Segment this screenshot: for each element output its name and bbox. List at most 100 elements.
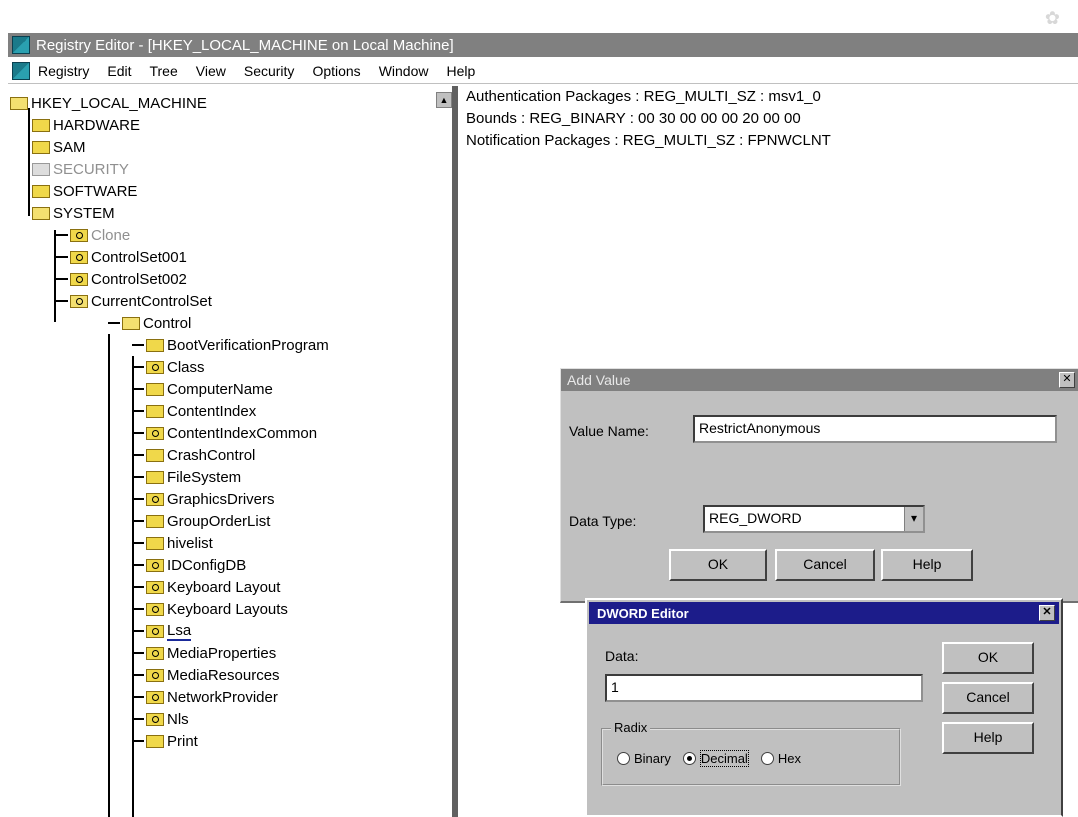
folder-icon	[146, 360, 164, 374]
data-label: Data:	[605, 648, 639, 664]
value-row[interactable]: Notification Packages : REG_MULTI_SZ : F…	[466, 130, 1066, 152]
help-button[interactable]: Help	[942, 722, 1034, 754]
pane-splitter[interactable]	[452, 86, 458, 817]
tree-item-control-child[interactable]: NetworkProvider	[132, 686, 278, 708]
dword-editor-dialog: DWORD Editor ✕ Data: 1 Radix Binary Deci…	[585, 598, 1063, 817]
data-type-select[interactable]: REG_DWORD ▾	[703, 505, 925, 533]
tree-item-root[interactable]: HKEY_LOCAL_MACHINE	[10, 92, 207, 114]
data-input[interactable]: 1	[605, 674, 923, 702]
radio-icon	[617, 752, 630, 765]
folder-icon	[32, 162, 50, 176]
radix-label: Radix	[611, 720, 651, 735]
radio-icon	[760, 752, 774, 765]
folder-icon	[146, 536, 164, 550]
folder-icon	[146, 426, 164, 440]
scroll-up-arrow-icon[interactable]: ▲	[436, 92, 452, 108]
data-type-label: Data Type:	[569, 513, 637, 529]
tree-item-sam[interactable]: SAM	[32, 136, 86, 158]
tree-item-control-child[interactable]: IDConfigDB	[132, 554, 246, 576]
add-value-dialog: Add Value ✕ Value Name: RestrictAnonymou…	[560, 368, 1078, 603]
cancel-button[interactable]: Cancel	[775, 549, 875, 581]
radio-selected-icon	[682, 752, 696, 765]
folder-icon	[146, 580, 164, 594]
tree-item-control-child[interactable]: ContentIndexCommon	[132, 422, 317, 444]
folder-icon	[146, 602, 164, 616]
radio-binary[interactable]: Binary	[617, 750, 671, 767]
menubar: Registry Edit Tree View Security Options…	[8, 59, 1078, 84]
tree-item-control-child[interactable]: GraphicsDrivers	[132, 488, 275, 510]
add-value-titlebar[interactable]: Add Value ✕	[561, 369, 1078, 391]
tree-item-control-child[interactable]: Nls	[132, 708, 189, 730]
tree-item-control-child[interactable]: Print	[132, 730, 198, 752]
folder-icon	[70, 272, 88, 286]
tree-connector-line	[28, 108, 30, 216]
ok-button[interactable]: OK	[942, 642, 1034, 674]
window-title: Registry Editor - [HKEY_LOCAL_MACHINE on…	[36, 36, 454, 54]
menu-view[interactable]: View	[196, 63, 226, 79]
tree-connector-line	[108, 334, 110, 817]
folder-icon	[146, 624, 164, 638]
tree-item-control-child[interactable]: GroupOrderList	[132, 510, 270, 532]
menu-options[interactable]: Options	[312, 63, 360, 79]
dropdown-arrow-icon[interactable]: ▾	[904, 507, 923, 531]
open-folder-icon	[122, 316, 140, 330]
tree-item-hardware[interactable]: HARDWARE	[32, 114, 140, 136]
tree-item-security[interactable]: SECURITY	[32, 158, 129, 180]
tree-item-control-child[interactable]: Keyboard Layout	[132, 576, 280, 598]
folder-icon	[70, 250, 88, 264]
window-titlebar[interactable]: Registry Editor - [HKEY_LOCAL_MACHINE on…	[8, 33, 1078, 57]
help-button[interactable]: Help	[881, 549, 973, 581]
tree-item-clone[interactable]: Clone	[56, 224, 130, 246]
folder-icon	[146, 514, 164, 528]
tree-item-control-child[interactable]: hivelist	[132, 532, 213, 554]
folder-icon	[146, 404, 164, 418]
close-icon[interactable]: ✕	[1059, 372, 1075, 388]
tree-item-control-child[interactable]: MediaResources	[132, 664, 280, 686]
folder-icon	[32, 184, 50, 198]
menu-edit[interactable]: Edit	[107, 63, 131, 79]
menu-tree[interactable]: Tree	[149, 63, 177, 79]
tree-item-controlset002[interactable]: ControlSet002	[56, 268, 187, 290]
folder-icon	[146, 470, 164, 484]
tree-item-software[interactable]: SOFTWARE	[32, 180, 137, 202]
tree-item-controlset001[interactable]: ControlSet001	[56, 246, 187, 268]
tree-item-system[interactable]: SYSTEM	[32, 202, 115, 224]
tree-item-control-child[interactable]: ContentIndex	[132, 400, 256, 422]
value-name-label: Value Name:	[569, 423, 649, 439]
value-row[interactable]: Authentication Packages : REG_MULTI_SZ :…	[466, 86, 1066, 108]
close-icon[interactable]: ✕	[1039, 605, 1055, 621]
folder-icon	[146, 734, 164, 748]
tree-item-control-child[interactable]: ComputerName	[132, 378, 273, 400]
folder-icon	[146, 690, 164, 704]
open-folder-icon	[70, 294, 88, 308]
value-name-input[interactable]: RestrictAnonymous	[693, 415, 1057, 443]
folder-icon	[32, 118, 50, 132]
tree-item-currentcontrolset[interactable]: CurrentControlSet	[56, 290, 212, 312]
tree-item-control-child[interactable]: Lsa	[132, 620, 192, 642]
document-icon[interactable]	[12, 62, 30, 80]
folder-icon	[146, 712, 164, 726]
open-folder-icon	[10, 96, 28, 110]
cancel-button[interactable]: Cancel	[942, 682, 1034, 714]
folder-icon	[146, 668, 164, 682]
menu-help[interactable]: Help	[446, 63, 475, 79]
ok-button[interactable]: OK	[669, 549, 767, 581]
folder-icon	[146, 492, 164, 506]
tree-item-control-child[interactable]: Keyboard Layouts	[132, 598, 288, 620]
radio-hex[interactable]: Hex	[760, 750, 801, 767]
folder-icon	[146, 558, 164, 572]
radio-decimal[interactable]: Decimal	[682, 750, 749, 767]
menu-registry[interactable]: Registry	[38, 63, 89, 79]
key-tree-pane: HKEY_LOCAL_MACHINE HARDWARE SAM SECURITY…	[8, 86, 452, 817]
tree-item-control[interactable]: Control	[108, 312, 191, 334]
value-row[interactable]: Bounds : REG_BINARY : 00 30 00 00 00 20 …	[466, 108, 1066, 130]
tree-item-control-child[interactable]: CrashControl	[132, 444, 255, 466]
radix-groupbox: Radix Binary Decimal Hex	[601, 720, 901, 786]
tree-item-control-child[interactable]: FileSystem	[132, 466, 241, 488]
menu-window[interactable]: Window	[379, 63, 429, 79]
tree-item-control-child[interactable]: BootVerificationProgram	[132, 334, 329, 356]
tree-item-control-child[interactable]: Class	[132, 356, 205, 378]
menu-security[interactable]: Security	[244, 63, 295, 79]
tree-item-control-child[interactable]: MediaProperties	[132, 642, 276, 664]
dword-editor-titlebar[interactable]: DWORD Editor ✕	[589, 602, 1059, 624]
